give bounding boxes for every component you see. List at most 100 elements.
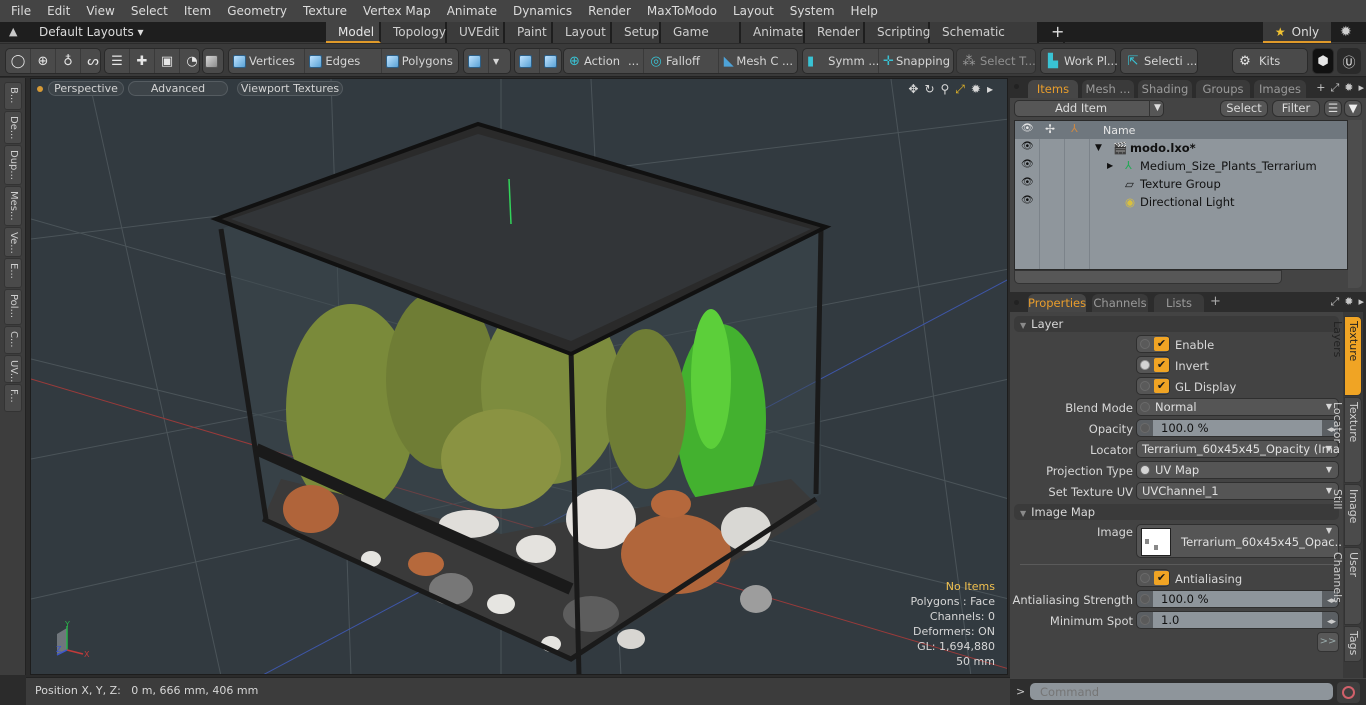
only-toggle[interactable]: ★ Only xyxy=(1263,22,1331,43)
tree-vertical-scrollbar[interactable] xyxy=(1348,120,1362,288)
item-mode-button[interactable] xyxy=(202,48,224,74)
tree-horizontal-scrollbar[interactable] xyxy=(1014,270,1282,284)
list-options-button[interactable]: ☰ xyxy=(1324,100,1342,117)
gl-display-checkbox[interactable]: ✔ xyxy=(1136,377,1170,395)
pan-icon[interactable]: ✥ xyxy=(908,82,918,97)
side-tab-image-still[interactable]: Image Still xyxy=(1331,484,1362,546)
eye-header-icon[interactable]: 👁 xyxy=(1021,123,1034,134)
select-button[interactable]: Select xyxy=(1220,100,1268,117)
image-map-section-header[interactable]: ▼ Image Map xyxy=(1014,504,1339,520)
lock-header-icon[interactable]: ✢ xyxy=(1045,122,1055,136)
image-selector[interactable]: Terrarium_60x45x45_Opac... ▼ xyxy=(1136,524,1346,558)
tab-properties[interactable]: Properties xyxy=(1028,294,1086,312)
set-texture-uv-dropdown[interactable]: UVChannel_1▼ xyxy=(1136,482,1339,500)
edges-button[interactable]: Edges xyxy=(305,49,382,73)
unreal-button[interactable]: Ⓤ xyxy=(1337,48,1361,74)
tab-topology[interactable]: Topology xyxy=(381,22,447,43)
fit-view-icon[interactable]: ⤢ xyxy=(955,82,965,97)
clock-tool[interactable]: ◔ xyxy=(180,49,204,73)
sphere-tool[interactable]: ⊕ xyxy=(31,49,56,73)
visibility-eye-icon[interactable]: 👁 xyxy=(1021,195,1034,206)
menu-help[interactable]: Help xyxy=(843,0,886,22)
maximize-icon[interactable]: ⤢ xyxy=(1330,295,1339,309)
invert-checkbox[interactable]: ✔ xyxy=(1136,356,1170,374)
zoom-icon[interactable]: ⚲ xyxy=(941,82,950,97)
perspective-dropdown[interactable]: Perspective xyxy=(48,81,124,96)
layer-section-header[interactable]: ▼ Layer xyxy=(1014,316,1339,332)
command-input[interactable] xyxy=(1030,683,1333,700)
axes-header-icon[interactable]: ⅄ xyxy=(1071,122,1078,135)
sketch-tool[interactable]: ᔕ xyxy=(81,49,105,73)
visibility-eye-icon[interactable]: 👁 xyxy=(1021,177,1034,188)
tab-lists[interactable]: Lists xyxy=(1154,294,1204,312)
minimum-spot-value[interactable]: 1.0 xyxy=(1153,612,1322,628)
tab-items[interactable]: Items xyxy=(1028,80,1078,98)
menu-maxtomodo[interactable]: MaxToModo xyxy=(639,0,725,22)
panel-menu-arrow-icon[interactable]: ▸ xyxy=(1358,81,1364,95)
tab-paint[interactable]: Paint xyxy=(505,22,553,43)
tab-animate[interactable]: Animate xyxy=(741,22,805,43)
collapsed-triangle-icon[interactable]: ▶ xyxy=(1107,161,1113,170)
tab-shading[interactable]: Shading xyxy=(1138,80,1192,98)
kits-button[interactable]: ⚙ Kits xyxy=(1232,48,1308,74)
unwrap-tool[interactable]: ✚ xyxy=(130,49,155,73)
menu-geometry[interactable]: Geometry xyxy=(219,0,295,22)
minimum-spot-field[interactable]: 1.0 ◂▸ xyxy=(1136,611,1339,629)
circle-tool[interactable]: ◯ xyxy=(6,49,31,73)
tree-row-mesh-group[interactable]: 👁 ▶ ⅄ Medium_Size_Plants_Terrarium xyxy=(1015,157,1347,175)
mesh-constraint-button[interactable]: ◣ Mesh C ... xyxy=(719,49,797,73)
panel-gear-icon[interactable]: ✹ xyxy=(1344,295,1353,309)
tab-model[interactable]: Model xyxy=(326,22,381,43)
pen-tool[interactable]: ♁ xyxy=(56,49,81,73)
menu-vertex-map[interactable]: Vertex Map xyxy=(355,0,439,22)
tab-mesh[interactable]: Mesh ... xyxy=(1082,80,1134,98)
add-item-button[interactable]: Add Item xyxy=(1014,100,1164,117)
tab-game-tools[interactable]: Game Tools xyxy=(661,22,741,59)
menu-file[interactable]: File xyxy=(0,0,39,22)
antialiasing-strength-field[interactable]: 100.0 %◂▸ xyxy=(1136,590,1339,608)
menu-layout[interactable]: Layout xyxy=(725,0,782,22)
symmetry-button[interactable]: ▮ Symm ... xyxy=(803,49,879,73)
projection-type-dropdown[interactable]: UV Map ▼ xyxy=(1136,461,1339,479)
gear-icon[interactable]: ✹ xyxy=(1340,24,1352,40)
menu-dynamics[interactable]: Dynamics xyxy=(505,0,580,22)
left-tab-basic[interactable]: B... xyxy=(4,82,22,110)
material-mode-button[interactable] xyxy=(464,49,489,73)
collapse-up-icon[interactable]: ▲ xyxy=(9,25,17,38)
tree-row-scene[interactable]: 👁 ▼ 🎬 modo.lxo* xyxy=(1015,139,1347,157)
tab-schematic-fusion[interactable]: Schematic Fusion xyxy=(930,22,1039,59)
tree-row-directional-light[interactable]: 👁 ◉ Directional Light xyxy=(1015,193,1347,211)
align-tool[interactable]: ☰ xyxy=(105,49,130,73)
tab-layout[interactable]: Layout xyxy=(553,22,612,43)
add-tab-button[interactable]: + xyxy=(1039,22,1065,43)
viewport-gear-icon[interactable]: ✹ xyxy=(971,82,981,97)
side-tab-tags[interactable]: Tags xyxy=(1344,626,1362,662)
name-column-header[interactable]: Name xyxy=(1103,124,1135,137)
antialiasing-checkbox[interactable]: ✔ xyxy=(1136,569,1170,587)
menu-system[interactable]: System xyxy=(782,0,843,22)
visibility-eye-icon[interactable]: 👁 xyxy=(1021,141,1034,152)
tab-setup[interactable]: Setup xyxy=(612,22,661,43)
maximize-icon[interactable]: ⤢ xyxy=(1330,81,1339,95)
menu-view[interactable]: View xyxy=(78,0,122,22)
record-macro-button[interactable] xyxy=(1337,682,1360,703)
menu-animate[interactable]: Animate xyxy=(439,0,505,22)
left-tab-polygon[interactable]: Pol... xyxy=(4,289,22,325)
left-tab-curve[interactable]: C... xyxy=(4,326,22,354)
visibility-eye-icon[interactable]: 👁 xyxy=(1021,159,1034,170)
locator-dropdown[interactable]: Terrarium_60x45x45_Opacity (Ima ... ▼ xyxy=(1136,440,1355,458)
selection-sets-button[interactable]: ⇱ Selecti ... xyxy=(1120,48,1198,74)
tab-scripting[interactable]: Scripting xyxy=(865,22,930,43)
panel-gear-icon[interactable]: ✹ xyxy=(1344,81,1353,95)
3d-viewport[interactable]: Perspective Advanced Viewport Textures ✥… xyxy=(30,78,1008,675)
viewport-status-dot[interactable] xyxy=(37,86,43,92)
more-options-button[interactable]: >> xyxy=(1317,632,1339,652)
menu-texture[interactable]: Texture xyxy=(295,0,355,22)
viewport-textures-dropdown[interactable]: Viewport Textures xyxy=(237,81,343,96)
left-tab-fusion[interactable]: F... xyxy=(4,384,22,412)
expand-triangle-icon[interactable]: ▼ xyxy=(1095,143,1102,153)
work-plane-button[interactable]: ▙ Work Pl... xyxy=(1040,48,1118,74)
opacity-field[interactable]: 100.0 %◂▸ xyxy=(1136,419,1339,437)
tab-render[interactable]: Render xyxy=(805,22,865,43)
pivot-button[interactable] xyxy=(515,49,540,73)
